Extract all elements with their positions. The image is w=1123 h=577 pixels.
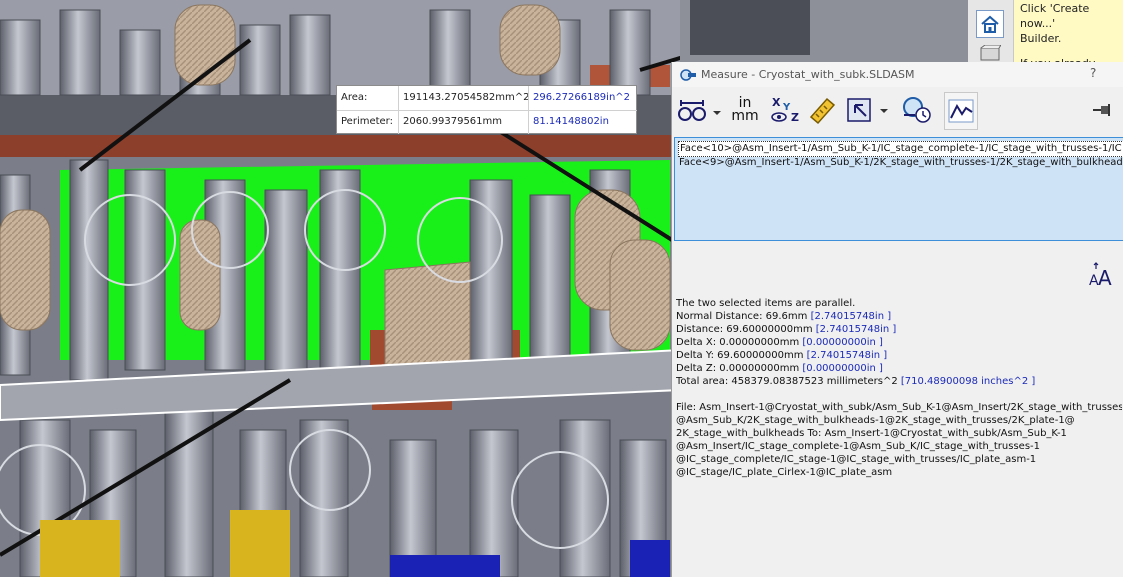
selection-item[interactable]: Face<9>@Asm_Insert-1/Asm_Sub_K-1/2K_stag… — [679, 156, 1123, 170]
area-label: Area: — [341, 92, 368, 103]
perimeter-in-value: 81.14148802in — [528, 110, 636, 134]
distance-in: [2.74015748in ] — [815, 324, 897, 335]
perimeter-row: Perimeter: 2060.99379561mm 81.14148802in — [337, 110, 637, 134]
area-row: Area: 191143.27054582mm^2 296.27266189in… — [337, 86, 637, 111]
xyz-measurements-button[interactable]: X Y Z — [768, 92, 802, 128]
svg-text:X: X — [772, 96, 781, 109]
task-pane-tabs — [968, 0, 1014, 62]
delta-z-row: Delta Z: 0.00000000mm [0.00000000in ] — [676, 362, 1122, 375]
design-library-tab-button[interactable] — [976, 45, 1004, 62]
delta-x-row: Delta X: 0.00000000mm [0.00000000in ] — [676, 336, 1122, 349]
projected-on-button[interactable] — [844, 92, 890, 128]
area-perimeter-tooltip: Area: 191143.27054582mm^2 296.27266189in… — [336, 85, 637, 134]
font-size-icon[interactable]: A A — [1087, 260, 1117, 290]
area-mm-value: 191143.27054582mm^2 — [398, 86, 528, 110]
selection-list[interactable]: Face<10>@Asm_Insert-1/Asm_Sub_K-1/IC_sta… — [674, 137, 1123, 241]
home-tab-button[interactable] — [976, 10, 1004, 38]
arc-circle-options-icon — [678, 100, 721, 121]
task-pane: Click 'Create now...' Builder. If you al… — [968, 0, 1123, 85]
delta-y-in: [2.74015748in ] — [806, 350, 888, 361]
file-path-line: @IC_stage/IC_plate_Cirlex-1@IC_plate_asm — [676, 467, 893, 478]
task-pane-message: Click 'Create now...' Builder. If you al… — [1014, 0, 1123, 85]
file-path-line: @Asm_Insert/IC_stage_complete-1@Asm_Sub_… — [676, 441, 1040, 452]
delta-x-label: Delta X: 0.00000000mm — [676, 337, 800, 348]
measure-toolbar: in mm X Y Z — [672, 87, 1123, 134]
units-precision-button[interactable]: in mm — [730, 92, 760, 128]
svg-text:Y: Y — [782, 102, 791, 113]
total-area-in: [710.48900098 inches^2 ] — [900, 376, 1036, 387]
library-icon — [980, 45, 1001, 61]
distance-row: Distance: 69.60000000mm [2.74015748in ] — [676, 323, 1122, 336]
svg-text:Z: Z — [791, 111, 799, 124]
arc-circle-options-button[interactable] — [676, 92, 722, 128]
ruler-icon — [809, 97, 836, 125]
delta-z-in: [0.00000000in ] — [802, 363, 883, 374]
pin-icon — [1093, 104, 1110, 116]
measure-history-icon — [903, 97, 931, 123]
projection-arrow-icon — [847, 98, 888, 122]
delta-z-label: Delta Z: 0.00000000mm — [676, 363, 800, 374]
home-icon — [981, 15, 999, 33]
file-path-line: @Asm_Sub_K/2K_stage_with_bulkheads-1@2K_… — [676, 415, 1075, 426]
measure-icon — [680, 69, 696, 81]
file-path-line: 2K_stage_with_bulkheads To: Asm_Insert-1… — [676, 428, 1067, 439]
perimeter-label: Perimeter: — [341, 116, 393, 127]
svg-text:A: A — [1098, 266, 1112, 290]
normal-distance-in: [2.74015748in ] — [810, 311, 892, 322]
xyz-eye-icon: X Y Z — [771, 96, 799, 124]
total-area-label: Total area: 458379.08387523 millimeters^… — [676, 376, 898, 387]
measure-title-bar[interactable]: Measure - Cryostat_with_subk.SLDASM ? — [672, 62, 1123, 87]
units-mm-label: mm — [731, 108, 759, 124]
file-path-line: @IC_stage_complete/IC_stage-1@IC_stage_w… — [676, 454, 1037, 465]
message-line-1: Click 'Create now...' — [1020, 2, 1090, 30]
create-sensor-button[interactable] — [944, 92, 978, 130]
pin-button[interactable] — [1090, 92, 1114, 128]
point-to-point-button[interactable] — [806, 92, 838, 128]
delta-y-row: Delta Y: 69.60000000mm [2.74015748in ] — [676, 349, 1122, 362]
file-path-line: File: Asm_Insert-1@Cryostat_with_subk/As… — [676, 402, 1122, 413]
measure-history-button[interactable] — [900, 92, 934, 128]
sensor-graph-icon — [948, 99, 974, 123]
measure-title: Measure - Cryostat_with_subk.SLDASM — [701, 68, 915, 81]
delta-y-label: Delta Y: 69.60000000mm — [676, 350, 804, 361]
area-in-value: 296.27266189in^2 — [528, 86, 636, 110]
normal-distance-label: Normal Distance: 69.6mm — [676, 311, 808, 322]
normal-distance-row: Normal Distance: 69.6mm [2.74015748in ] — [676, 310, 1122, 323]
parallel-note: The two selected items are parallel. — [676, 298, 856, 309]
delta-x-in: [0.00000000in ] — [802, 337, 883, 348]
selection-item[interactable]: Face<10>@Asm_Insert-1/Asm_Sub_K-1/IC_sta… — [678, 141, 1123, 157]
message-line-2: Builder. — [1020, 32, 1062, 45]
measure-results: The two selected items are parallel. Nor… — [676, 297, 1122, 567]
distance-label: Distance: 69.60000000mm — [676, 324, 813, 335]
help-button[interactable]: ? — [1090, 66, 1096, 80]
measure-dialog: Measure - Cryostat_with_subk.SLDASM ? in… — [671, 62, 1123, 577]
total-area-row: Total area: 458379.08387523 millimeters^… — [676, 375, 1122, 388]
perimeter-mm-value: 2060.99379561mm — [398, 110, 528, 134]
